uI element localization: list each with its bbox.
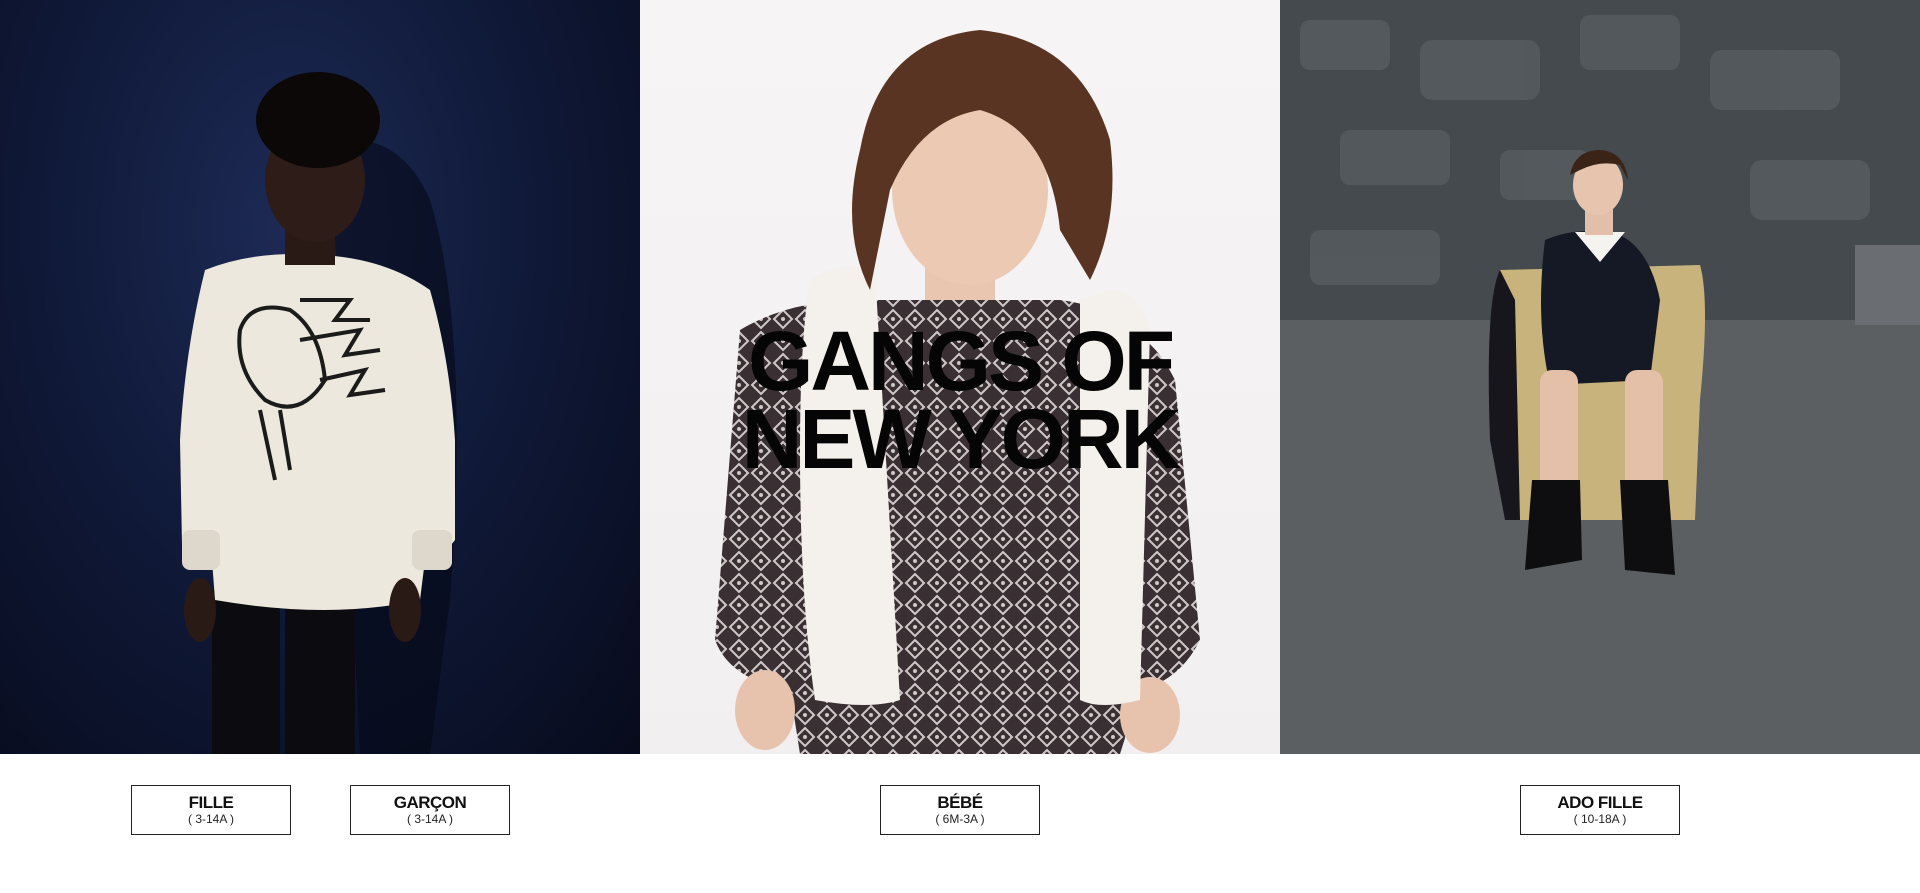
category-button-bebe[interactable]: BÉBÉ ( 6M-3A ) <box>880 785 1040 835</box>
category-age-range: ( 3-14A ) <box>406 812 454 826</box>
category-button-garcon[interactable]: GARÇON ( 3-14A ) <box>350 785 510 835</box>
category-label: ADO FILLE <box>1557 793 1643 812</box>
headline-line-1: GANGS OF <box>747 314 1175 408</box>
category-label: GARÇON <box>393 793 467 812</box>
category-button-ado-fille[interactable]: ADO FILLE ( 10-18A ) <box>1520 785 1680 835</box>
category-age-range: ( 10-18A ) <box>1573 812 1627 826</box>
category-label: BÉBÉ <box>937 793 983 812</box>
headline-line-2: NEW YORK <box>741 392 1181 486</box>
category-button-fille[interactable]: FILLE ( 3-14A ) <box>131 785 291 835</box>
category-age-range: ( 3-14A ) <box>187 812 235 826</box>
teen-photo-illustration <box>1280 0 1920 754</box>
hero-image-fille-garcon[interactable] <box>0 0 640 754</box>
campaign-headline: GANGS OF NEW YORK <box>640 314 1280 486</box>
category-age-range: ( 6M-3A ) <box>935 812 985 826</box>
boy-photo-illustration <box>180 72 457 754</box>
category-label: FILLE <box>188 793 234 812</box>
hero-image-ado-fille[interactable] <box>1280 0 1920 754</box>
